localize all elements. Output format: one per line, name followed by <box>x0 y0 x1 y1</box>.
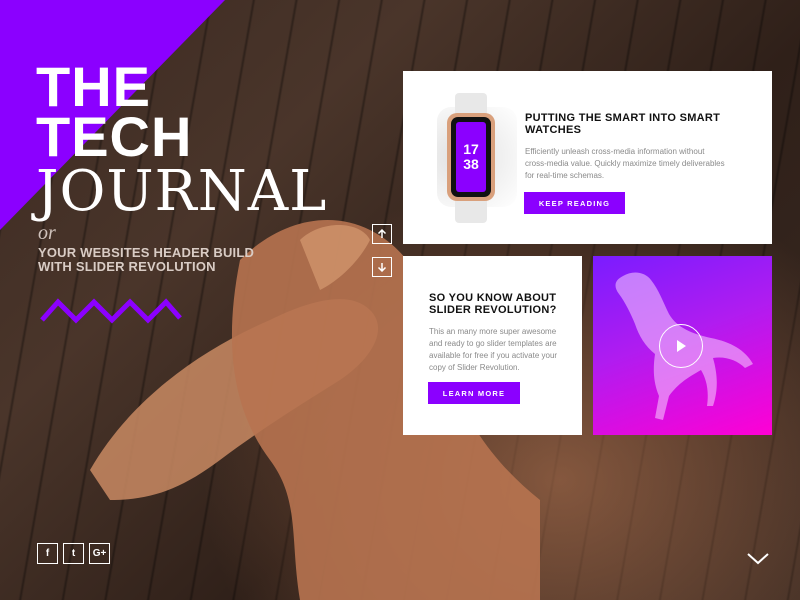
arrow-down-button[interactable] <box>372 257 392 277</box>
smart-watch-image: 17 38 <box>427 93 517 223</box>
google-plus-icon: G+ <box>92 548 107 559</box>
brand-or: or <box>38 222 56 244</box>
card2-text: This an many more super awesome and read… <box>429 327 558 372</box>
watch-screen: 17 38 <box>456 122 486 192</box>
facebook-icon: f <box>45 548 50 559</box>
card1-title: PUTTING THE SMART INTO SMART WATCHES <box>525 112 721 136</box>
brand-title: THE TECH JOURNAL <box>36 59 328 224</box>
video-card[interactable] <box>593 256 772 435</box>
smart-watch-card: 17 38 PUTTING THE SMART INTO SMART WATCH… <box>403 71 772 244</box>
watch-hour: 17 <box>463 141 479 157</box>
play-button[interactable] <box>659 324 703 368</box>
card1-text: Efficiently unleash cross-media informat… <box>525 147 725 180</box>
google-plus-button[interactable]: G+ <box>89 543 110 564</box>
brand-line-3: JOURNAL <box>36 159 328 224</box>
arrow-up-button[interactable] <box>372 224 392 244</box>
slider-revolution-card: SO YOU KNOW ABOUT SLIDER REVOLUTION? Thi… <box>403 256 582 435</box>
facebook-button[interactable]: f <box>37 543 58 564</box>
twitter-button[interactable]: t <box>63 543 84 564</box>
chevron-down-icon[interactable] <box>746 552 770 566</box>
arrow-up-icon <box>377 229 387 238</box>
arrow-down-icon <box>377 263 387 272</box>
keep-reading-button[interactable]: KEEP READING <box>524 192 625 214</box>
brand-subtitle: YOUR WEBSITES HEADER BUILD WITH SLIDER R… <box>38 245 255 274</box>
watch-minute: 38 <box>463 156 479 172</box>
zigzag-decoration <box>40 298 182 324</box>
learn-more-button[interactable]: LEARN MORE <box>428 382 520 404</box>
card2-title: SO YOU KNOW ABOUT SLIDER REVOLUTION? <box>429 292 557 316</box>
brand-line-2: TECH <box>36 105 193 168</box>
twitter-icon: t <box>71 548 76 559</box>
play-icon <box>677 340 686 352</box>
